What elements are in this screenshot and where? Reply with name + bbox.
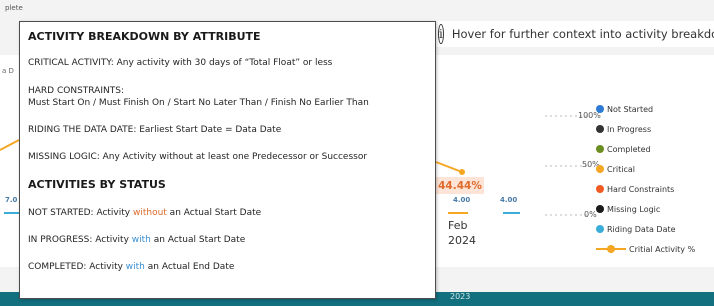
tooltip-completed-definition: COMPLETED: Activity with an Actual End D…: [28, 262, 234, 272]
y-tick-0: 0%: [584, 210, 597, 219]
definition-suffix: an Actual Start Date: [150, 235, 246, 245]
legend-dot-icon: [596, 165, 604, 173]
legend-item-critical-activity-pct[interactable]: Critial Activity %: [596, 239, 695, 259]
legend-label: Missing Logic: [607, 204, 661, 214]
data-label: 4.00: [453, 196, 471, 204]
definition-prefix: COMPLETED: Activity: [28, 262, 126, 272]
definition-prefix: IN PROGRESS: Activity: [28, 235, 132, 245]
legend-label: Hard Constraints: [607, 184, 675, 194]
tooltip-missing-logic-definition: MISSING LOGIC: Any Activity without at l…: [28, 152, 368, 162]
legend-item-hard-constraints[interactable]: Hard Constraints: [596, 179, 695, 199]
critical-pct-point: [459, 169, 465, 175]
critical-pct-label: 44.44%: [436, 177, 484, 194]
legend-item-completed[interactable]: Completed: [596, 139, 695, 159]
x-tick-month: Feb: [448, 219, 468, 232]
timeline-year: 2023: [450, 292, 471, 301]
critical-pct-line: [435, 161, 463, 173]
legend-dot-icon: [596, 185, 604, 193]
tooltip-hard-constraints-body: Must Start On / Must Finish On / Start N…: [28, 98, 369, 108]
definition-suffix: an Actual End Date: [144, 262, 235, 272]
legend-item-riding-data-date[interactable]: Riding Data Date: [596, 219, 695, 239]
data-label: 4.00: [500, 196, 518, 204]
chart-legend: Not Started In Progress Completed Critic…: [596, 99, 695, 259]
tooltip-critical-definition: CRITICAL ACTIVITY: Any activity with 30 …: [28, 58, 333, 68]
legend-label: Riding Data Date: [607, 224, 676, 234]
tooltip-not-started-definition: NOT STARTED: Activity without an Actual …: [28, 208, 261, 218]
legend-label: Critial Activity %: [629, 244, 696, 254]
legend-dot-icon: [596, 205, 604, 213]
critical-pct-line-left: [0, 139, 20, 151]
keyword-highlight: with: [125, 262, 145, 272]
definition-suffix: an Actual Start Date: [166, 208, 262, 218]
tooltip-in-progress-definition: IN PROGRESS: Activity with an Actual Sta…: [28, 235, 245, 245]
keyword-highlight: with: [131, 235, 151, 245]
legend-label: In Progress: [607, 124, 652, 134]
legend-item-missing-logic[interactable]: Missing Logic: [596, 199, 695, 219]
legend-dot-icon: [596, 225, 604, 233]
legend-dot-icon: [596, 125, 604, 133]
data-label-left: 7.0: [5, 196, 18, 204]
x-tick-year: 2024: [448, 234, 476, 247]
legend-dot-icon: [596, 105, 604, 113]
legend-label: Critical: [607, 164, 635, 174]
keyword-highlight: without: [132, 208, 167, 218]
definition-prefix: NOT STARTED: Activity: [28, 208, 133, 218]
legend-item-critical[interactable]: Critical: [596, 159, 695, 179]
legend-dot-icon: [596, 145, 604, 153]
legend-label: Completed: [607, 144, 651, 154]
legend-item-in-progress[interactable]: In Progress: [596, 119, 695, 139]
legend-label: Not Started: [607, 104, 654, 114]
tooltip-heading-status: ACTIVITIES BY STATUS: [28, 178, 166, 191]
legend-item-not-started[interactable]: Not Started: [596, 99, 695, 119]
activity-breakdown-tooltip: ACTIVITY BREAKDOWN BY ATTRIBUTE CRITICAL…: [19, 21, 436, 299]
tooltip-riding-definition: RIDING THE DATA DATE: Earliest Start Dat…: [28, 125, 282, 135]
tooltip-heading-attributes: ACTIVITY BREAKDOWN BY ATTRIBUTE: [28, 30, 261, 43]
tooltip-hard-constraints-title: HARD CONSTRAINTS:: [28, 86, 124, 96]
legend-line-icon: [596, 245, 626, 253]
